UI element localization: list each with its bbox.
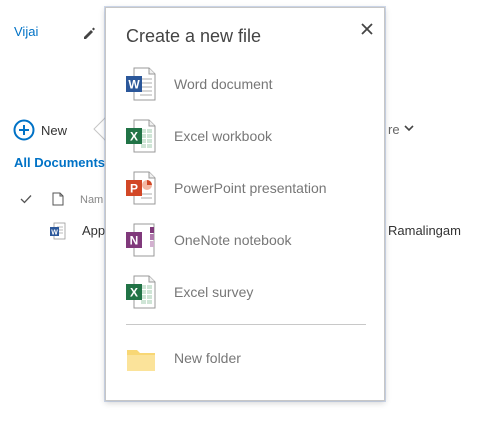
svg-text:W: W: [51, 229, 58, 236]
modified-by-cell: Ramalingam: [388, 223, 461, 238]
column-header-name[interactable]: Nam: [80, 194, 103, 206]
svg-text:X: X: [130, 286, 138, 300]
menu-item-label: New folder: [174, 350, 241, 366]
word-icon: W: [126, 67, 156, 101]
menu-item-label: Excel workbook: [174, 128, 273, 144]
select-all-checkmark-icon[interactable]: [20, 193, 32, 205]
menu-item-onenote-notebook[interactable]: N OneNote notebook: [106, 216, 386, 264]
more-menu-label[interactable]: re: [388, 122, 400, 137]
svg-text:X: X: [130, 130, 138, 144]
chevron-down-icon[interactable]: [403, 122, 415, 134]
word-file-icon: W: [50, 222, 66, 240]
new-button-label: New: [41, 122, 68, 138]
excel-survey-icon: X: [126, 275, 156, 309]
divider: [126, 324, 366, 325]
site-title[interactable]: Vijai: [14, 24, 38, 39]
menu-item-excel-survey[interactable]: X Excel survey: [106, 268, 386, 316]
document-name-link[interactable]: App: [82, 223, 105, 238]
pencil-icon[interactable]: [82, 26, 96, 40]
menu-item-powerpoint-presentation[interactable]: P PowerPoint presentation: [106, 164, 386, 212]
menu-item-label: Excel survey: [174, 284, 254, 300]
file-type-column-icon: [52, 192, 64, 206]
excel-icon: X: [126, 119, 156, 153]
close-button[interactable]: [356, 18, 378, 40]
menu-item-new-folder[interactable]: New folder: [106, 334, 386, 382]
close-icon: [361, 23, 373, 35]
menu-item-word-document[interactable]: W Word document: [106, 60, 386, 108]
dialog-title: Create a new file: [126, 26, 262, 46]
powerpoint-icon: P: [126, 171, 156, 205]
new-button[interactable]: New: [13, 119, 67, 141]
view-all-documents[interactable]: All Documents: [14, 155, 105, 170]
onenote-icon: N: [126, 223, 155, 257]
menu-item-label: OneNote notebook: [174, 232, 292, 248]
svg-text:P: P: [130, 182, 138, 196]
menu-item-excel-workbook[interactable]: X Excel workbook: [106, 112, 386, 160]
menu-item-label: Word document: [174, 76, 273, 92]
menu-item-label: PowerPoint presentation: [174, 180, 327, 196]
folder-icon: [127, 350, 155, 371]
svg-text:W: W: [128, 78, 140, 92]
svg-text:N: N: [130, 234, 139, 248]
create-new-file-dialog: Create a new file W Word document X Exce…: [105, 7, 385, 401]
add-circle-icon: [13, 119, 35, 141]
